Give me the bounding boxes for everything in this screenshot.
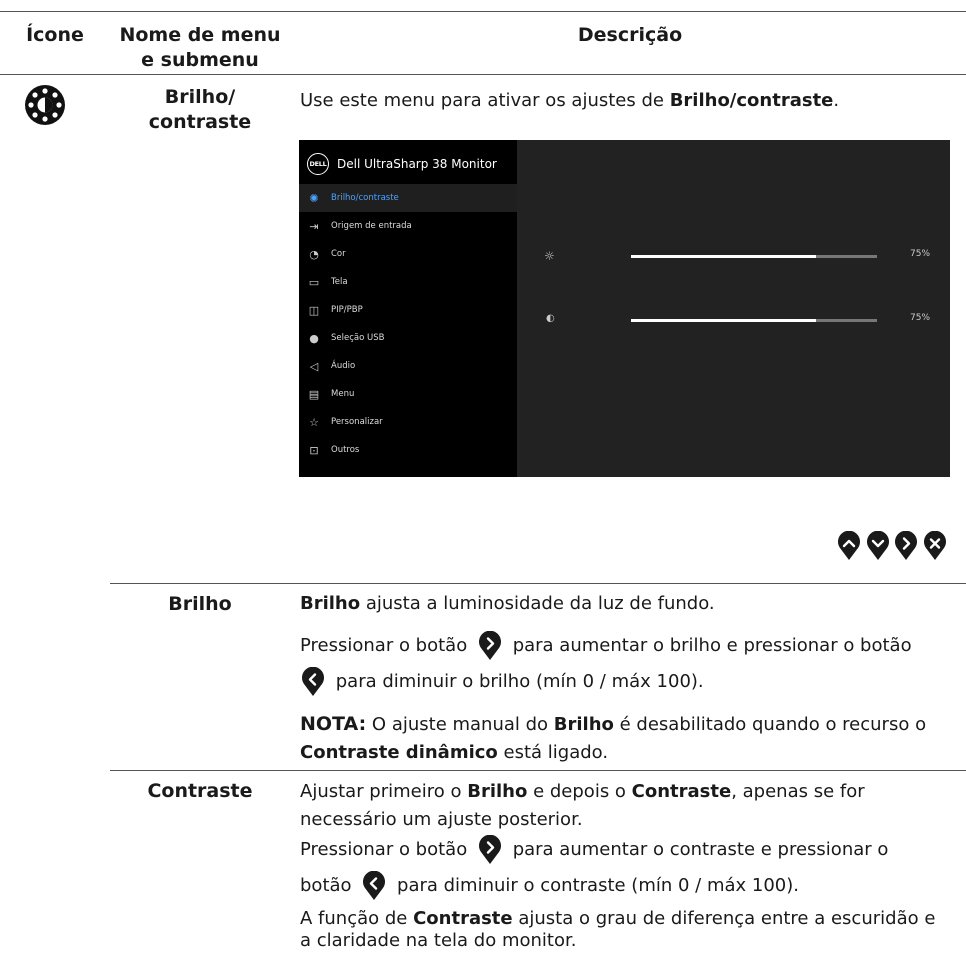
osd-item-cor[interactable]: ◔ Cor [299,240,517,268]
header-top-rule [0,11,966,12]
sun-icon: ✺ [309,191,319,205]
osd-menu-panel: DELL Dell UltraSharp 38 Monitor ✺ Brilho/… [299,140,517,477]
column-header-description: Descrição [577,24,683,46]
osd-item-selecao-usb[interactable]: ● Seleção USB [299,324,517,352]
osd-title: Dell UltraSharp 38 Monitor [337,157,497,171]
brightness-contrast-icon [25,85,65,125]
contraste-rule [110,770,966,771]
column-header-icon: Ícone [26,24,84,46]
up-icon[interactable] [837,531,861,561]
header-bottom-rule [0,74,966,75]
down-icon[interactable] [866,531,890,561]
star-icon: ☆ [309,415,319,429]
brightness-fill [631,255,816,258]
mouse-icon: ● [309,331,319,345]
menu-icon: ▤ [308,387,320,401]
contraste-desc: Ajustar primeiro o Brilho e depois o Con… [300,781,865,830]
column-header-menu: Nome de menu e submenu [119,24,281,71]
color-palette-icon: ◔ [309,247,319,261]
contrast-value: 75% [910,313,931,323]
intro-text: Use este menu para ativar os ajustes de … [300,90,840,111]
brightness-track[interactable] [631,255,877,258]
contrast-track[interactable] [631,319,877,322]
contraste-buttons-text: Pressionar o botão para aumentar o contr… [300,832,960,904]
dell-logo: DELL [307,153,329,175]
sun-icon: ☼ [544,249,555,263]
osd-item-audio[interactable]: ◁ Áudio [299,352,517,380]
osd-item-pip-pbp[interactable]: ◫ PIP/PBP [299,296,517,324]
left-icon [302,667,324,696]
osd-item-outros[interactable]: ⊡ Outros [299,436,517,464]
display-icon: ▭ [308,275,320,289]
close-icon[interactable] [923,531,947,561]
menu-name-brilho-contraste: Brilho/ contraste [148,86,252,133]
osd-item-origem-de-entrada[interactable]: ⇥ Origem de entrada [299,212,517,240]
brightness-value: 75% [910,249,931,259]
contrast-fill [631,319,816,322]
osd-item-menu[interactable]: ▤ Menu [299,380,517,408]
menu-name-contraste: Contraste [147,780,253,802]
right-icon [479,631,501,660]
brilho-note: NOTA: O ajuste manual do Brilho é desabi… [300,713,927,763]
speaker-icon: ◁ [309,359,319,373]
info-icon: ⊡ [309,443,319,457]
contrast-slider[interactable]: ◐ 75% [544,313,930,327]
contraste-function-text: A função de Contraste ajusta o grau de d… [300,908,936,951]
input-source-icon: ⇥ [309,219,319,233]
osd-item-tela[interactable]: ▭ Tela [299,268,517,296]
right-icon[interactable] [894,531,918,561]
osd-header: DELL Dell UltraSharp 38 Monitor [307,152,497,176]
contrast-icon: ◐ [546,313,555,324]
brilho-rule [110,583,966,584]
osd-screenshot: DELL Dell UltraSharp 38 Monitor ✺ Brilho/… [299,140,950,477]
brilho-buttons-text: Pressionar o botão para aumentar o brilh… [300,628,960,700]
osd-item-personalizar[interactable]: ☆ Personalizar [299,408,517,436]
osd-item-brilho-contraste[interactable]: ✺ Brilho/contraste [299,184,517,212]
brilho-desc: Brilho ajusta a luminosidade da luz de f… [300,593,715,614]
menu-name-brilho: Brilho [168,593,232,615]
right-icon [479,835,501,864]
brightness-slider[interactable]: ☼ 75% [544,249,930,263]
pip-icon: ◫ [308,303,320,317]
left-icon [363,871,386,900]
